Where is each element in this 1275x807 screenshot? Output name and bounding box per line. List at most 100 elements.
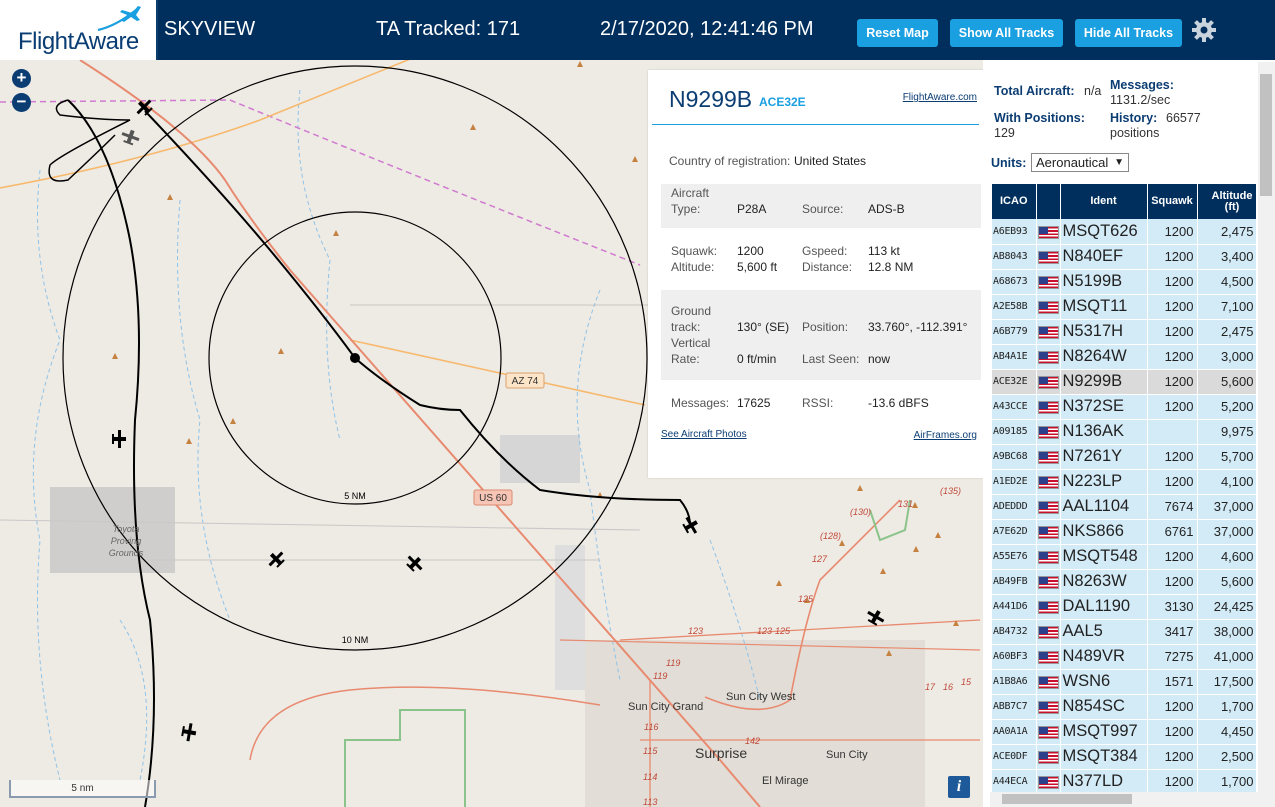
row-ident: MSQT997 (1060, 719, 1148, 745)
us-flag-icon (1037, 225, 1059, 239)
vertical-scrollbar[interactable] (1258, 62, 1275, 807)
table-row[interactable]: ACE32E N9299B 1200 5,600 (992, 369, 1256, 395)
row-ident: N5199B (1060, 269, 1148, 295)
row-icao-text: A09185 (993, 426, 1028, 437)
gear-icon[interactable] (1191, 17, 1217, 43)
table-row[interactable]: AA0A1AMSQT99712004,450▼ (992, 719, 1256, 745)
table-row[interactable]: AB4A1EN8264W12003,000▼ (992, 344, 1256, 370)
table-row[interactable]: ADEDDD AAL1104 7674 37,000 (992, 494, 1256, 520)
units-select[interactable]: Aeronautical ▼ (1031, 153, 1129, 172)
row-icao: ACE0DF (992, 744, 1037, 770)
airframes-link[interactable]: AirFrames.org (914, 430, 977, 441)
row-icao: ABB7C7 (992, 694, 1037, 720)
total-aircraft-value: n/a (1084, 84, 1102, 98)
row-squawk-text: 1200 (1164, 724, 1194, 739)
row-altitude: 37,000 (1197, 494, 1256, 520)
row-icao: A1ED2E (992, 469, 1037, 495)
table-row[interactable]: A2E58BMSQT1112007,100▲ (992, 294, 1256, 320)
row-squawk: 7275 (1147, 644, 1198, 670)
row-icao: A1B8A6 (992, 669, 1037, 695)
table-row[interactable]: A6EB93 MSQT626 1200 2,475 (992, 219, 1256, 245)
detail-track-row: Ground track: 130° (SE) Position: 33.760… (661, 290, 981, 380)
col-header-icao[interactable]: ICAO (992, 184, 1037, 219)
horizontal-scrollbar-thumb[interactable] (1002, 794, 1132, 804)
us-flag-icon (1037, 476, 1059, 490)
skyview-app: FlightAware SKYVIEW TA Tracked: 171 2/17… (0, 0, 1275, 807)
flightaware-link[interactable]: FlightAware.com (903, 92, 977, 103)
row-icao-text: A6B779 (993, 326, 1028, 337)
row-squawk-text: 1200 (1164, 223, 1194, 239)
vertical-scrollbar-thumb[interactable] (1260, 74, 1272, 196)
altitude-trend-icon: ▼ (1256, 752, 1257, 764)
table-row[interactable]: A441D6DAL1190313024,425▲ (992, 594, 1256, 620)
altitude-trend-icon: ▲ (1256, 252, 1257, 264)
row-squawk: 1200 (1147, 394, 1198, 420)
row-icao-text: A60BF3 (993, 651, 1028, 662)
zoom-in-button[interactable]: + (12, 69, 31, 88)
row-icao-text: A1ED2E (993, 476, 1028, 487)
svg-text:142: 142 (745, 736, 760, 746)
table-row[interactable]: A60BF3 N489VR 7275 41,000 (992, 644, 1256, 670)
table-row[interactable]: AB4732 AAL5 3417 38,000 (992, 619, 1256, 645)
col-header-flag[interactable] (1036, 184, 1061, 219)
selected-aircraft-dot[interactable] (350, 353, 360, 363)
svg-text:16: 16 (943, 682, 953, 692)
horizontal-scrollbar[interactable] (990, 792, 1258, 807)
col-header-altitude[interactable]: Altitude (ft) (1197, 184, 1256, 219)
map-info-button[interactable]: i (948, 776, 970, 798)
row-squawk: 6761 (1147, 519, 1198, 545)
az74-label: AZ 74 (512, 376, 539, 387)
row-icao: AB4A1E (992, 344, 1037, 370)
row-icao-text: A9BC68 (993, 451, 1028, 462)
col-header-ident[interactable]: Ident (1060, 184, 1148, 219)
source-value: ADS-B (868, 202, 905, 216)
table-row[interactable]: A55E76 MSQT548 1200 4,600 (992, 544, 1256, 570)
ta-tracked-count: TA Tracked: 171 (376, 18, 521, 40)
zoom-out-button[interactable]: − (12, 93, 31, 112)
reset-map-button[interactable]: Reset Map (857, 19, 938, 47)
row-altitude: 3,000▼ (1197, 344, 1256, 370)
table-row[interactable]: A44ECA N377LD 1200 1,700 (992, 769, 1256, 794)
row-ident: N5317H (1060, 319, 1148, 345)
table-row[interactable]: AB8043N840EF12003,400▲ (992, 244, 1257, 270)
flightaware-logo[interactable]: FlightAware (0, 0, 158, 60)
table-row[interactable]: A68673 N5199B 1200 4,500 (992, 269, 1256, 295)
table-row[interactable]: A1B8A6WSN6157117,500▲ (992, 669, 1256, 695)
aircraft-photos-link[interactable]: See Aircraft Photos (661, 429, 747, 440)
last-seen-value: now (868, 352, 891, 366)
row-squawk: 1200 (1147, 544, 1198, 570)
us-flag-icon (1037, 576, 1059, 590)
table-row[interactable]: A9BC68 N7261Y 1200 5,700 (992, 444, 1256, 470)
col-header-squawk[interactable]: Squawk (1147, 184, 1198, 219)
history-value: 66577 (1166, 111, 1201, 125)
proving-label-2: Proving (111, 536, 142, 546)
row-ident-text: N840EF (1062, 247, 1124, 265)
row-ident-text: MSQT11 (1062, 297, 1128, 315)
table-row[interactable]: A7E62D NKS866 6761 37,000 (992, 519, 1256, 545)
table-row[interactable]: A09185 N136AK 9,975 (992, 419, 1256, 445)
us-flag-icon (1037, 626, 1059, 640)
altitude-label: Altitude: (671, 260, 715, 274)
svg-text:127: 127 (812, 554, 828, 564)
row-squawk-text: 1200 (1164, 324, 1194, 339)
table-row[interactable]: A6B779N5317H12002,475▼ (992, 319, 1256, 345)
row-altitude: 5,600 (1197, 369, 1256, 395)
show-all-tracks-button[interactable]: Show All Tracks (950, 19, 1063, 47)
row-flag (1036, 444, 1061, 470)
row-icao-text: ACE0DF (993, 751, 1028, 762)
row-ident-text: WSN6 (1062, 672, 1111, 690)
row-flag (1036, 694, 1061, 720)
messages-label: Messages: (671, 396, 730, 410)
us-flag-icon (1037, 301, 1059, 315)
table-row[interactable]: A43CCEN372SE12005,200▼ (992, 394, 1256, 420)
table-row[interactable]: ABB7C7N854SC12001,700▲ (992, 694, 1256, 720)
row-icao-text: A43CCE (993, 401, 1028, 412)
altitude-trend-icon: ▼ (1256, 477, 1257, 489)
row-squawk: 1200 (1147, 469, 1198, 495)
table-row[interactable]: A1ED2EN223LP12004,100▼ (992, 469, 1257, 495)
hide-all-tracks-button[interactable]: Hide All Tracks (1075, 19, 1182, 47)
row-ident-text: N377LD (1062, 772, 1124, 790)
type-label-1: Aircraft (671, 186, 710, 200)
table-row[interactable]: ACE0DFMSQT38412002,500▼ (992, 744, 1257, 770)
table-row[interactable]: AB49FBN8263W12005,600▼ (992, 569, 1256, 595)
